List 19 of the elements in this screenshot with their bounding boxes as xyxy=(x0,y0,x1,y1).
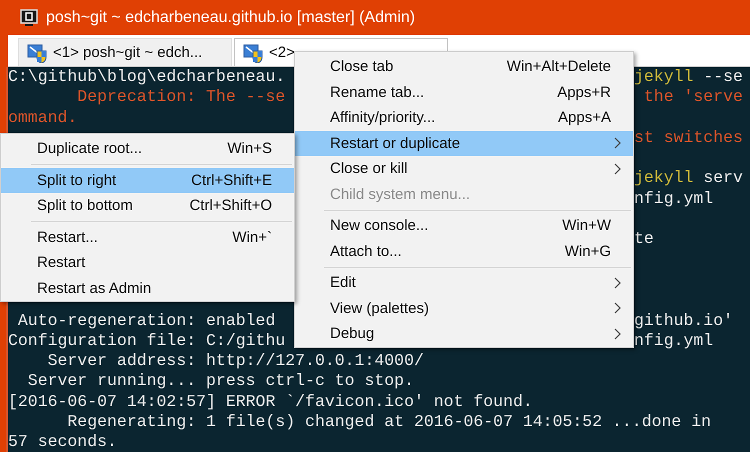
terminal-line: nfig.yml xyxy=(634,188,714,210)
terminal-line: ommand. xyxy=(8,108,78,128)
terminal-line: Configuration file: C:/githu xyxy=(8,330,286,352)
terminal-line: the 'serve xyxy=(642,87,743,108)
terminal-line: jekyll serv xyxy=(634,168,743,189)
terminal-line: 57 seconds. xyxy=(8,432,117,452)
terminal-line: te xyxy=(634,229,654,250)
terminal-line: github.io' xyxy=(634,310,734,331)
terminal-line: jekyll --se xyxy=(634,67,743,88)
terminal-line: [2016-06-07 14:02:57] ERROR `/favicon.ico' not found. xyxy=(8,392,533,412)
terminal-line: Server address: http://127.0.0.1:4000/ xyxy=(46,351,424,372)
terminal-line: st switches xyxy=(634,128,743,148)
window-title: posh~git ~ edcharbeneau.github.io [master] (Admin) xyxy=(46,8,416,26)
terminal-line: C:\github\blog\edcharbeneau. xyxy=(8,67,286,88)
terminal-line: Auto-regeneration: enabled xyxy=(16,310,276,331)
terminal-line: Regenerating: 1 file(s) changed at 2016-06-07 14:05:52 ...done in xyxy=(66,412,712,432)
terminal-line: Server running... press ctrl-c to stop. xyxy=(26,371,414,392)
terminal-line: Deprecation: The --se xyxy=(76,87,286,108)
terminal-line: nfig.yml xyxy=(634,330,714,352)
